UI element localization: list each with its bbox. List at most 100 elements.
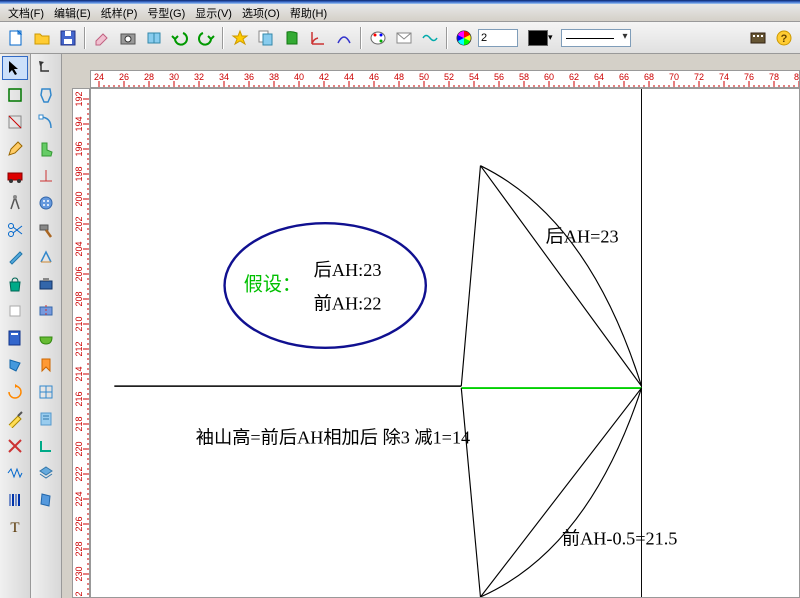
help-icon[interactable]: ? bbox=[772, 26, 796, 50]
menu-paper[interactable]: 纸样(P) bbox=[97, 4, 142, 22]
layers-tool-icon[interactable] bbox=[33, 461, 59, 485]
svg-text:54: 54 bbox=[469, 72, 479, 82]
envelope-icon[interactable] bbox=[392, 26, 416, 50]
svg-text:62: 62 bbox=[569, 72, 579, 82]
formula-label: 袖山高=前后AH相加后 除3 减1=14 bbox=[196, 428, 470, 448]
angle-icon[interactable] bbox=[306, 26, 330, 50]
page-tool-icon[interactable] bbox=[2, 326, 28, 350]
bowl-tool-icon[interactable] bbox=[33, 326, 59, 350]
rotate-tool-icon[interactable] bbox=[2, 380, 28, 404]
grid-tool-icon[interactable] bbox=[33, 380, 59, 404]
svg-text:36: 36 bbox=[244, 72, 254, 82]
open-file-icon[interactable] bbox=[30, 26, 54, 50]
upleft-tool-icon[interactable] bbox=[33, 56, 59, 80]
color-number-input[interactable] bbox=[478, 29, 518, 47]
page2-tool-icon[interactable] bbox=[33, 407, 59, 431]
compass-tool-icon[interactable] bbox=[2, 191, 28, 215]
palette-icon[interactable] bbox=[366, 26, 390, 50]
back-ah-label: 后AH:23 bbox=[314, 260, 382, 280]
assume-label: 假设： bbox=[244, 273, 301, 295]
slice-tool-icon[interactable] bbox=[33, 299, 59, 323]
lower-right-seg bbox=[480, 388, 641, 597]
svg-text:220: 220 bbox=[74, 441, 84, 456]
menu-option[interactable]: 选项(O) bbox=[238, 4, 284, 22]
outline-tool-icon[interactable] bbox=[33, 83, 59, 107]
svg-text:80: 80 bbox=[794, 72, 800, 82]
svg-text:222: 222 bbox=[74, 466, 84, 481]
color-swatch[interactable] bbox=[528, 30, 548, 46]
menu-file[interactable]: 文档(F) bbox=[4, 4, 48, 22]
swatch-dropdown-icon[interactable]: ▾ bbox=[548, 32, 553, 43]
camera-icon[interactable] bbox=[116, 26, 140, 50]
button-tool-icon[interactable] bbox=[33, 191, 59, 215]
svg-text:194: 194 bbox=[74, 116, 84, 131]
zigzag-tool-icon[interactable] bbox=[2, 461, 28, 485]
shape2-tool-icon[interactable] bbox=[2, 353, 28, 377]
edge-tool-icon[interactable] bbox=[33, 245, 59, 269]
line-style-combo[interactable] bbox=[561, 29, 631, 47]
mirror-icon[interactable] bbox=[142, 26, 166, 50]
back-ah-right-label: 后AH=23 bbox=[546, 226, 619, 246]
perp-tool-icon[interactable] bbox=[33, 164, 59, 188]
pointer-tool-icon[interactable] bbox=[2, 56, 28, 80]
svg-text:192: 192 bbox=[74, 91, 84, 106]
square-tool-icon[interactable] bbox=[2, 83, 28, 107]
ruler-vertical: 1921941961982002022042062082102122142162… bbox=[72, 88, 90, 598]
knife-tool-icon[interactable] bbox=[2, 407, 28, 431]
front-ah-right-label: 前AH-0.5=21.5 bbox=[562, 528, 677, 548]
bag-tool-icon[interactable] bbox=[2, 272, 28, 296]
cut-tool-icon[interactable] bbox=[2, 434, 28, 458]
boot-tool-icon[interactable] bbox=[33, 137, 59, 161]
scissors-tool-icon[interactable] bbox=[2, 218, 28, 242]
text-tool-icon[interactable]: T bbox=[2, 515, 28, 539]
color-wheel-icon[interactable] bbox=[452, 26, 476, 50]
svg-text:202: 202 bbox=[74, 216, 84, 231]
pencil-tool-icon[interactable] bbox=[2, 137, 28, 161]
svg-text:70: 70 bbox=[669, 72, 679, 82]
corner-tool-icon[interactable] bbox=[33, 434, 59, 458]
wave-icon[interactable] bbox=[418, 26, 442, 50]
curve-icon[interactable] bbox=[332, 26, 356, 50]
undo-icon[interactable] bbox=[168, 26, 192, 50]
hammer-tool-icon[interactable] bbox=[33, 218, 59, 242]
barcode-tool-icon[interactable] bbox=[2, 488, 28, 512]
star-icon[interactable] bbox=[228, 26, 252, 50]
bus-tool-icon[interactable] bbox=[2, 164, 28, 188]
redo-icon[interactable] bbox=[194, 26, 218, 50]
shape-icon[interactable] bbox=[280, 26, 304, 50]
svg-text:T: T bbox=[10, 520, 19, 536]
diag-tool-icon[interactable] bbox=[2, 110, 28, 134]
save-file-icon[interactable] bbox=[56, 26, 80, 50]
svg-text:200: 200 bbox=[74, 191, 84, 206]
brush-tool-icon[interactable] bbox=[2, 245, 28, 269]
svg-text:232: 232 bbox=[74, 591, 84, 598]
menu-help[interactable]: 帮助(H) bbox=[286, 4, 331, 22]
svg-text:52: 52 bbox=[444, 72, 454, 82]
eraser-icon[interactable] bbox=[90, 26, 114, 50]
svg-text:228: 228 bbox=[74, 541, 84, 556]
piece-tool-icon[interactable] bbox=[33, 488, 59, 512]
svg-text:210: 210 bbox=[74, 316, 84, 331]
sewing-tool-icon[interactable] bbox=[33, 272, 59, 296]
svg-text:64: 64 bbox=[594, 72, 604, 82]
svg-text:196: 196 bbox=[74, 141, 84, 156]
svg-text:48: 48 bbox=[394, 72, 404, 82]
blank-tool-icon[interactable] bbox=[2, 299, 28, 323]
menu-edit[interactable]: 编辑(E) bbox=[50, 4, 95, 22]
menu-display[interactable]: 显示(V) bbox=[191, 4, 236, 22]
bookmark-tool-icon[interactable] bbox=[33, 353, 59, 377]
drawing-canvas[interactable]: 假设： 后AH:23 前AH:22 后AH=23 前AH-0.5=21.5 袖山… bbox=[90, 88, 800, 598]
curve2-tool-icon[interactable] bbox=[33, 110, 59, 134]
svg-text:224: 224 bbox=[74, 491, 84, 506]
menu-size[interactable]: 号型(G) bbox=[143, 4, 189, 22]
left-toolbars: T bbox=[0, 54, 62, 598]
svg-text:226: 226 bbox=[74, 516, 84, 531]
svg-text:218: 218 bbox=[74, 416, 84, 431]
film-icon[interactable] bbox=[746, 26, 770, 50]
upper-left-seg bbox=[461, 166, 480, 386]
copy-piece-icon[interactable] bbox=[254, 26, 278, 50]
svg-text:44: 44 bbox=[344, 72, 354, 82]
new-file-icon[interactable] bbox=[4, 26, 28, 50]
menu-bar: 文档(F) 编辑(E) 纸样(P) 号型(G) 显示(V) 选项(O) 帮助(H… bbox=[0, 4, 800, 22]
svg-text:206: 206 bbox=[74, 266, 84, 281]
